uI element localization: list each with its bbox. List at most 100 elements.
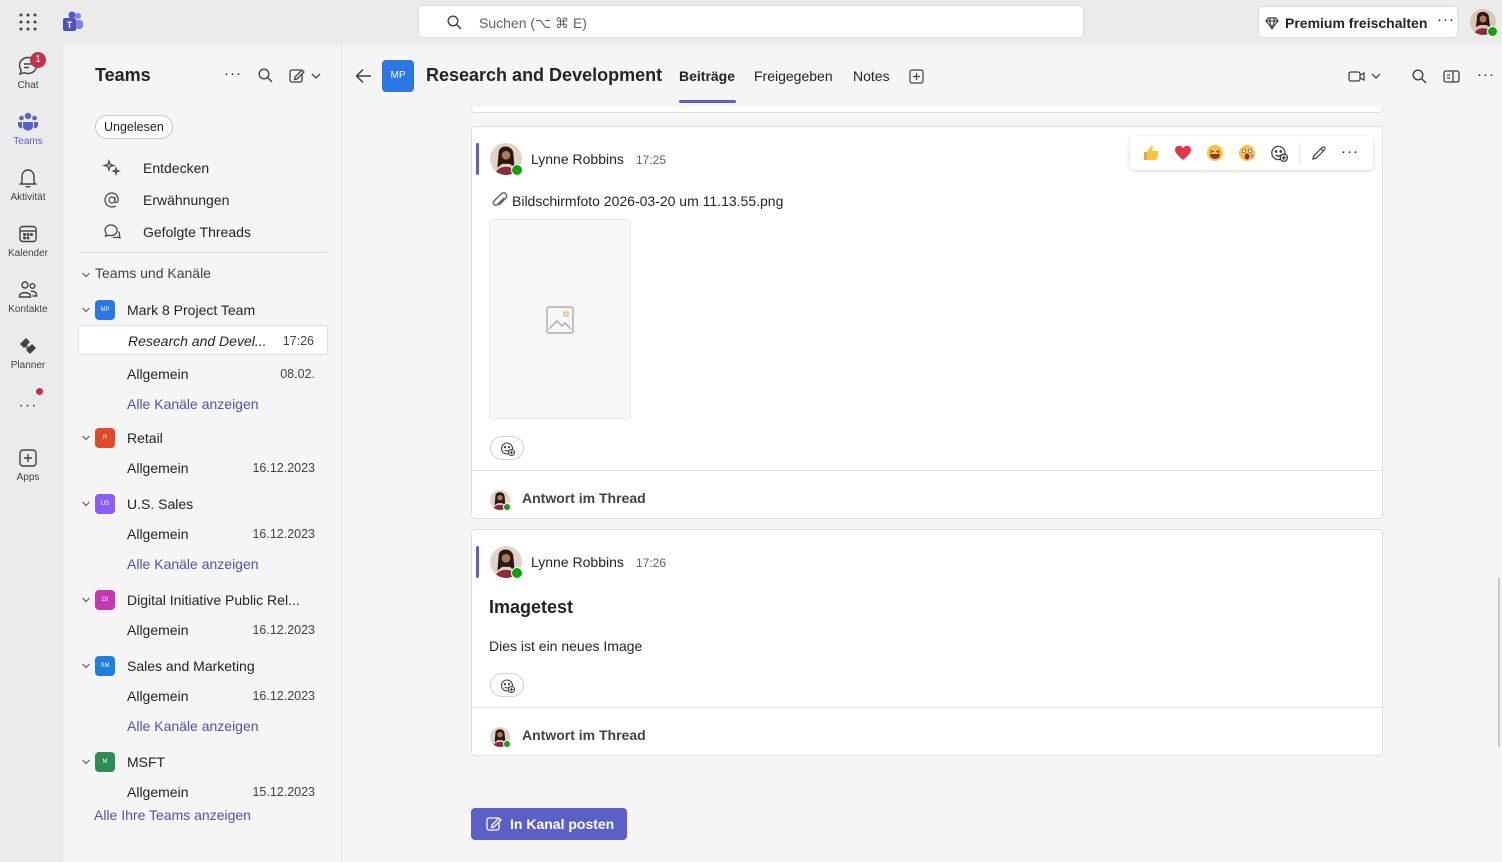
- nav-mentions-label: Erwähnungen: [143, 192, 230, 208]
- compose-new-icon[interactable]: [289, 68, 323, 83]
- edit-pencil-icon[interactable]: [1311, 145, 1327, 161]
- add-reaction-icon: [500, 442, 515, 456]
- more-options-icon[interactable]: ···: [1437, 11, 1455, 28]
- panel-search-icon[interactable]: [258, 68, 273, 83]
- presence-available-icon: [503, 503, 511, 511]
- team-row[interactable]: MP Mark 8 Project Team: [63, 295, 343, 325]
- rail-planner[interactable]: Planner: [0, 335, 56, 371]
- message-time: 17:25: [636, 153, 667, 167]
- team-row[interactable]: M MSFT: [63, 747, 343, 777]
- search-placeholder: Suchen (⌥ ⌘ E): [479, 15, 587, 31]
- post-in-channel-button[interactable]: In Kanal posten: [471, 808, 627, 840]
- rail-chat[interactable]: Chat: [0, 55, 56, 91]
- rail-apps[interactable]: Apps: [0, 447, 56, 483]
- nav-mentions[interactable]: Erwähnungen: [103, 189, 333, 211]
- add-reaction-button[interactable]: [490, 673, 524, 697]
- channel-item[interactable]: Research and Devel... 17:26: [78, 325, 328, 355]
- channel-item[interactable]: Allgemein 16.12.2023: [63, 681, 343, 711]
- nav-followed-threads[interactable]: Gefolgte Threads: [103, 221, 333, 243]
- more-apps-dot: [36, 388, 43, 395]
- panel-more-icon[interactable]: ···: [224, 65, 242, 82]
- team-row[interactable]: SM Sales and Marketing: [63, 651, 343, 681]
- rail-teams[interactable]: Teams: [0, 111, 56, 147]
- show-all-channels-label: Alle Kanäle anzeigen: [127, 718, 259, 734]
- add-tab-icon[interactable]: [909, 69, 924, 84]
- channel-name: Allgemein: [127, 526, 189, 542]
- chevron-down-icon[interactable]: [81, 499, 91, 509]
- rail-contacts[interactable]: Kontakte: [0, 279, 56, 315]
- channel-item[interactable]: Allgemein 16.12.2023: [63, 615, 343, 645]
- channel-item[interactable]: Allgemein 16.12.2023: [63, 453, 343, 483]
- channel-time: 16.12.2023: [252, 689, 315, 703]
- chevron-down-icon[interactable]: [81, 595, 91, 605]
- team-avatar: MP: [95, 300, 115, 320]
- rail-activity-label: Aktivität: [10, 192, 46, 203]
- app-rail: Chat 1 Teams Aktivität Kalender Kontakte…: [0, 45, 62, 862]
- premium-button[interactable]: Premium freischalten ···: [1258, 6, 1458, 38]
- rail-teams-label: Teams: [13, 136, 43, 147]
- bell-icon: [19, 169, 37, 188]
- like-emoji[interactable]: [1142, 144, 1160, 162]
- channel-info-icon[interactable]: [1443, 69, 1460, 84]
- chevron-down-icon[interactable]: [81, 433, 91, 443]
- nav-followed-threads-label: Gefolgte Threads: [143, 224, 251, 240]
- channel-name: Allgemein: [127, 622, 189, 638]
- attachment-filename[interactable]: Bildschirmfoto 2026-03-20 um 11.13.55.pn…: [512, 193, 783, 209]
- section-teams-channels[interactable]: Teams und Kanäle: [81, 265, 301, 285]
- scrollbar-thumb[interactable]: [1498, 577, 1500, 747]
- paperclip-icon: [490, 192, 510, 210]
- tab-notes[interactable]: Notes: [853, 68, 890, 84]
- chevron-down-icon[interactable]: [81, 305, 91, 315]
- channel-item[interactable]: Allgemein 16.12.2023: [63, 519, 343, 549]
- channel-search-icon[interactable]: [1412, 69, 1427, 84]
- message-author[interactable]: Lynne Robbins: [531, 554, 624, 570]
- channel-item[interactable]: Allgemein 15.12.2023: [63, 777, 343, 807]
- chat-unread-badge: 1: [30, 52, 46, 68]
- rail-calendar[interactable]: Kalender: [0, 223, 56, 259]
- filter-unread-chip[interactable]: Ungelesen: [95, 115, 173, 139]
- show-all-channels-link[interactable]: Alle Kanäle anzeigen: [63, 389, 343, 419]
- heart-emoji[interactable]: [1174, 144, 1192, 162]
- team-avatar: MP: [382, 60, 414, 92]
- team-name: MSFT: [127, 754, 166, 770]
- more-reactions-icon[interactable]: [1270, 144, 1288, 162]
- message-subject: Imagetest: [489, 597, 574, 617]
- channel-time: 16.12.2023: [252, 527, 315, 541]
- channel-time: 08.02.: [280, 367, 315, 381]
- nav-discover[interactable]: Entdecken: [103, 157, 333, 179]
- reply-in-thread-row[interactable]: Antwort im Thread: [472, 470, 1382, 518]
- header-more-icon[interactable]: ···: [1477, 66, 1495, 83]
- message-author[interactable]: Lynne Robbins: [531, 151, 624, 167]
- meet-video-icon[interactable]: [1348, 69, 1380, 84]
- rail-activity[interactable]: Aktivität: [0, 167, 56, 203]
- rail-more-apps[interactable]: ···: [0, 397, 56, 415]
- message-card: Lynne Robbins 17:25 Bildschirmfoto 2026-…: [471, 126, 1383, 519]
- laugh-emoji[interactable]: [1206, 144, 1224, 162]
- team-name: Mark 8 Project Team: [127, 302, 256, 318]
- chevron-down-icon[interactable]: [81, 661, 91, 671]
- team-row[interactable]: DI Digital Initiative Public Rel...: [63, 585, 343, 615]
- surprised-emoji[interactable]: [1238, 144, 1256, 162]
- channel-item[interactable]: Allgemein 08.02.: [63, 359, 343, 389]
- rail-planner-label: Planner: [10, 360, 46, 371]
- image-attachment-preview[interactable]: [489, 219, 631, 419]
- show-all-teams-link[interactable]: Alle Ihre Teams anzeigen: [94, 807, 251, 823]
- tab-shared[interactable]: Freigegeben: [754, 68, 833, 84]
- team-row[interactable]: R Retail: [63, 423, 343, 453]
- channel-name: Allgemein: [127, 784, 189, 800]
- back-arrow-icon[interactable]: [355, 68, 372, 84]
- reply-in-thread-row[interactable]: Antwort im Thread: [472, 707, 1382, 755]
- rail-calendar-label: Kalender: [7, 248, 49, 259]
- show-all-channels-link[interactable]: Alle Kanäle anzeigen: [63, 711, 343, 741]
- message-more-icon[interactable]: ···: [1341, 143, 1359, 160]
- divider: [79, 252, 327, 253]
- show-all-channels-link[interactable]: Alle Kanäle anzeigen: [63, 549, 343, 579]
- team-row[interactable]: US U.S. Sales: [63, 489, 343, 519]
- add-apps-icon: [19, 449, 37, 467]
- app-launcher-icon[interactable]: [19, 13, 37, 31]
- search-input[interactable]: Suchen (⌥ ⌘ E): [418, 5, 1084, 38]
- post-in-channel-label: In Kanal posten: [510, 816, 615, 832]
- add-reaction-button[interactable]: [490, 436, 524, 460]
- chevron-down-icon[interactable]: [81, 757, 91, 767]
- team-avatar: DI: [95, 590, 115, 610]
